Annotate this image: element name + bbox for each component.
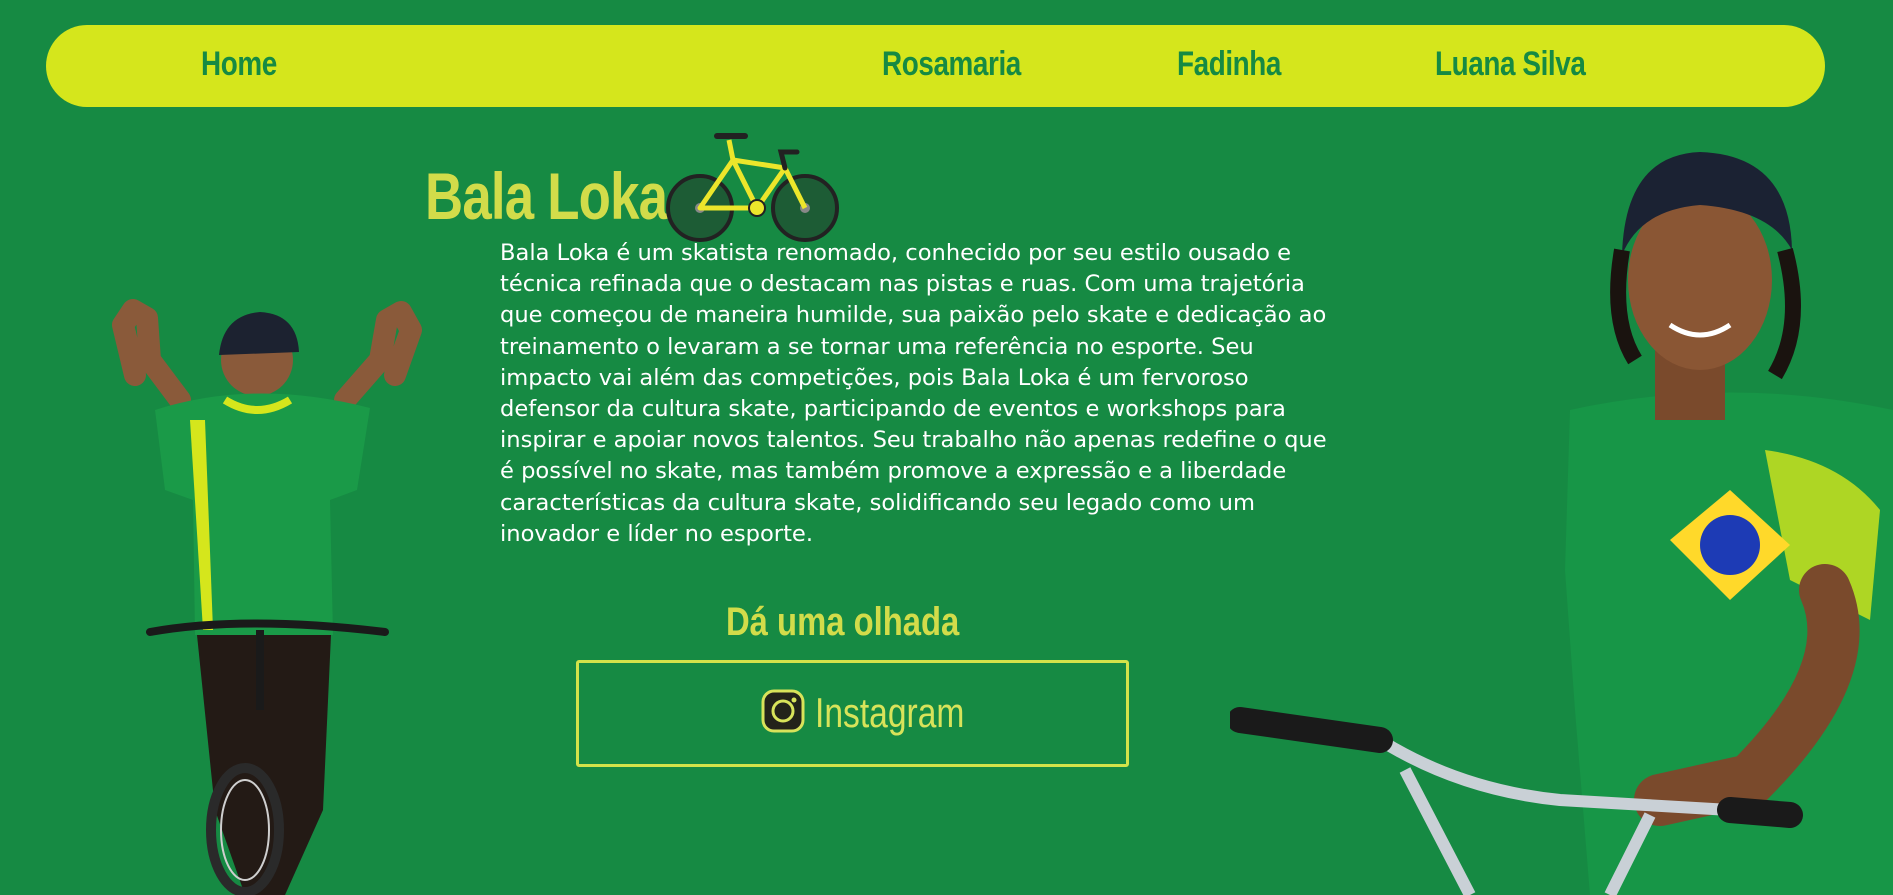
bicycle-icon [666,133,839,242]
page: Home Rosamaria Fadinha Luana Silva Bala … [0,0,1893,895]
instagram-icon [761,689,805,733]
athlete-bio: Bala Loka é um skatista renomado, conhec… [500,240,1327,547]
athlete-celebrating-photo [112,299,422,895]
page-title: Bala Loka [425,159,668,233]
instagram-button[interactable]: Instagram [576,660,1129,767]
nav-link-home[interactable]: Home [201,25,277,107]
social-heading: Dá uma olhada [726,600,960,644]
navbar: Home Rosamaria Fadinha Luana Silva [46,25,1825,107]
nav-link-fadinha[interactable]: Fadinha [1177,25,1281,107]
nav-link-luana-silva[interactable]: Luana Silva [1435,25,1586,107]
nav-link-rosamaria[interactable]: Rosamaria [882,25,1021,107]
instagram-label: Instagram [815,689,965,736]
